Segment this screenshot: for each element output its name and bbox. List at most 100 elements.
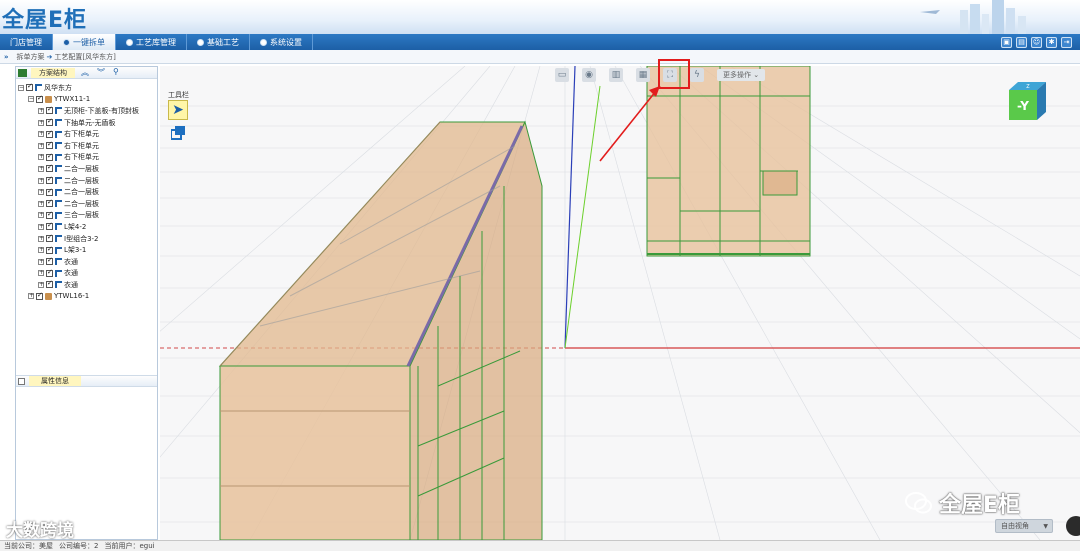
expand-icon[interactable]: + — [38, 165, 44, 172]
expand-icon[interactable]: + — [38, 189, 44, 196]
status-label: 公司编号： — [59, 542, 94, 550]
tree-checkbox[interactable] — [36, 291, 43, 300]
tree-item[interactable]: + 下抽单元-无盾板 — [18, 117, 157, 129]
select-tool-button[interactable]: ➤ — [168, 100, 188, 120]
tree-item[interactable]: + I型组合3-2 — [18, 233, 157, 245]
tree-item[interactable]: + 衣通 — [18, 256, 157, 268]
breadcrumb-item[interactable]: 拆单方案 — [17, 52, 45, 62]
tree-checkbox[interactable] — [46, 129, 53, 138]
tree-item[interactable]: + L架4-2 — [18, 221, 157, 233]
library-icon — [126, 38, 133, 46]
tree-item[interactable]: + 衣通 — [18, 279, 157, 291]
user-icon[interactable]: ☺ — [1031, 36, 1042, 48]
expand-icon[interactable]: + — [38, 177, 44, 184]
tree-item[interactable]: + 衣通 — [18, 268, 157, 280]
collapse-icon[interactable]: − — [28, 96, 34, 103]
properties-title: 属性信息 — [29, 376, 81, 386]
current-user: egui — [139, 542, 155, 550]
tree-checkbox[interactable] — [46, 221, 53, 231]
component-icon — [55, 107, 62, 115]
y-axis — [564, 85, 601, 349]
tree-checkbox[interactable] — [46, 279, 53, 289]
tree-item[interactable]: + 二合一层板 — [18, 175, 157, 187]
tree-item[interactable]: + L架3-1 — [18, 244, 157, 256]
tree-item-label: 衣通 — [64, 257, 78, 266]
tree-item-label: 三合一层板 — [64, 211, 99, 220]
collapse-icon[interactable]: + — [28, 293, 34, 300]
lightning-icon[interactable]: ϟ — [690, 68, 704, 82]
nav-one-click-split[interactable]: 一键拆单 — [53, 34, 116, 50]
expand-down-icon[interactable]: ︾ — [97, 67, 105, 78]
expand-icon[interactable]: + — [38, 270, 44, 277]
view-cube[interactable]: -Y Z — [1006, 82, 1046, 120]
watermark-text: 全屋E柜 — [939, 493, 1021, 518]
3d-viewport[interactable] — [160, 66, 1080, 540]
tree-checkbox[interactable] — [46, 187, 53, 196]
tree-checkbox[interactable] — [46, 256, 53, 266]
gear-icon[interactable]: ✱ — [1046, 36, 1057, 48]
tree-checkbox[interactable] — [46, 198, 53, 208]
collapse-icon[interactable]: − — [18, 84, 24, 91]
tree-item[interactable]: + 右下柜单元 — [18, 128, 157, 140]
search-icon[interactable]: ⚲ — [113, 67, 119, 78]
tree-checkbox[interactable] — [26, 82, 33, 92]
view-mode-select[interactable]: 自由视角 ▼ — [995, 519, 1053, 533]
tree-checkbox[interactable] — [46, 117, 53, 127]
tree-checkbox[interactable] — [46, 268, 53, 277]
tree-item[interactable]: + 二合一层板 — [18, 186, 157, 198]
nav-store-management[interactable]: 门店管理 — [0, 34, 53, 50]
nav-process-library[interactable]: 工艺库管理 — [116, 34, 187, 50]
copy-tool-icon[interactable] — [171, 126, 186, 140]
tree-item-label: 右下柜单元 — [64, 141, 99, 150]
tree-checkbox[interactable] — [36, 94, 43, 103]
tree-checkbox[interactable] — [46, 233, 53, 243]
tree-checkbox[interactable] — [46, 175, 53, 185]
tree-item[interactable]: + 无顶柜-下盖板-有顶封板 — [18, 105, 157, 117]
expand-icon[interactable]: + — [38, 107, 44, 114]
component-icon — [55, 153, 62, 161]
exit-icon[interactable]: ⇥ — [1061, 36, 1072, 48]
expand-up-icon[interactable]: ︽ — [81, 67, 89, 78]
tree-checkbox[interactable] — [46, 245, 53, 254]
tree-item[interactable]: − 风华东方 — [18, 82, 157, 94]
expand-icon[interactable]: + — [38, 212, 44, 219]
calendar-icon[interactable]: ▤ — [1016, 36, 1027, 48]
render-icon[interactable]: ◉ — [582, 68, 596, 82]
scheme-structure-panel: 方案结构 ︽ ︾ ⚲ − 风华东方 − YTWX11-1 + 无顶柜-下盖板-有顶封板 + 下… — [15, 66, 158, 540]
layer-icon[interactable]: ▦ — [636, 68, 650, 82]
tree-item[interactable]: + 三合一层板 — [18, 210, 157, 222]
tree-item[interactable]: + 右下柜单元 — [18, 140, 157, 152]
tree-item[interactable]: + YTWL16-1 — [18, 291, 157, 303]
tree-item[interactable]: + 二合一层板 — [18, 198, 157, 210]
tree-checkbox[interactable] — [46, 152, 53, 161]
tree-item[interactable]: + 右下柜单元 — [18, 152, 157, 164]
expand-icon[interactable]: + — [38, 223, 44, 230]
tree-item-label: L架4-2 — [64, 222, 87, 231]
expand-icon[interactable]: + — [38, 281, 44, 288]
nav-system-settings[interactable]: 系统设置 — [250, 34, 313, 50]
tree-checkbox[interactable] — [46, 163, 53, 173]
expand-icon[interactable]: + — [38, 247, 44, 254]
tree-checkbox[interactable] — [46, 210, 53, 219]
expand-icon[interactable]: + — [38, 142, 44, 149]
tree-item[interactable]: − YTWX11-1 — [18, 94, 157, 106]
corner-badge — [1066, 516, 1080, 536]
component-icon — [55, 235, 62, 243]
tree-item[interactable]: + 二合一层板 — [18, 163, 157, 175]
component-icon — [55, 246, 62, 254]
tree-checkbox[interactable] — [46, 140, 53, 150]
expand-icon[interactable]: + — [38, 131, 44, 138]
expand-icon[interactable]: + — [38, 258, 44, 265]
expand-icon[interactable]: + — [38, 119, 44, 126]
expand-icon[interactable]: + — [38, 154, 44, 161]
nav-basic-process[interactable]: 基础工艺 — [187, 34, 250, 50]
tree-checkbox[interactable] — [46, 105, 53, 115]
more-actions-dropdown[interactable]: 更多操作 ⌄ — [717, 69, 766, 81]
save-view-icon[interactable]: ▭ — [555, 68, 569, 82]
panel-title: 方案结构 — [31, 67, 75, 78]
expand-icon[interactable]: + — [38, 235, 44, 242]
image-icon[interactable]: ▣ — [1001, 36, 1012, 48]
breadcrumb-item[interactable]: 工艺配置[风华东方] — [54, 52, 115, 62]
expand-icon[interactable]: + — [38, 200, 44, 207]
box-view-icon[interactable]: ▥ — [609, 68, 623, 82]
